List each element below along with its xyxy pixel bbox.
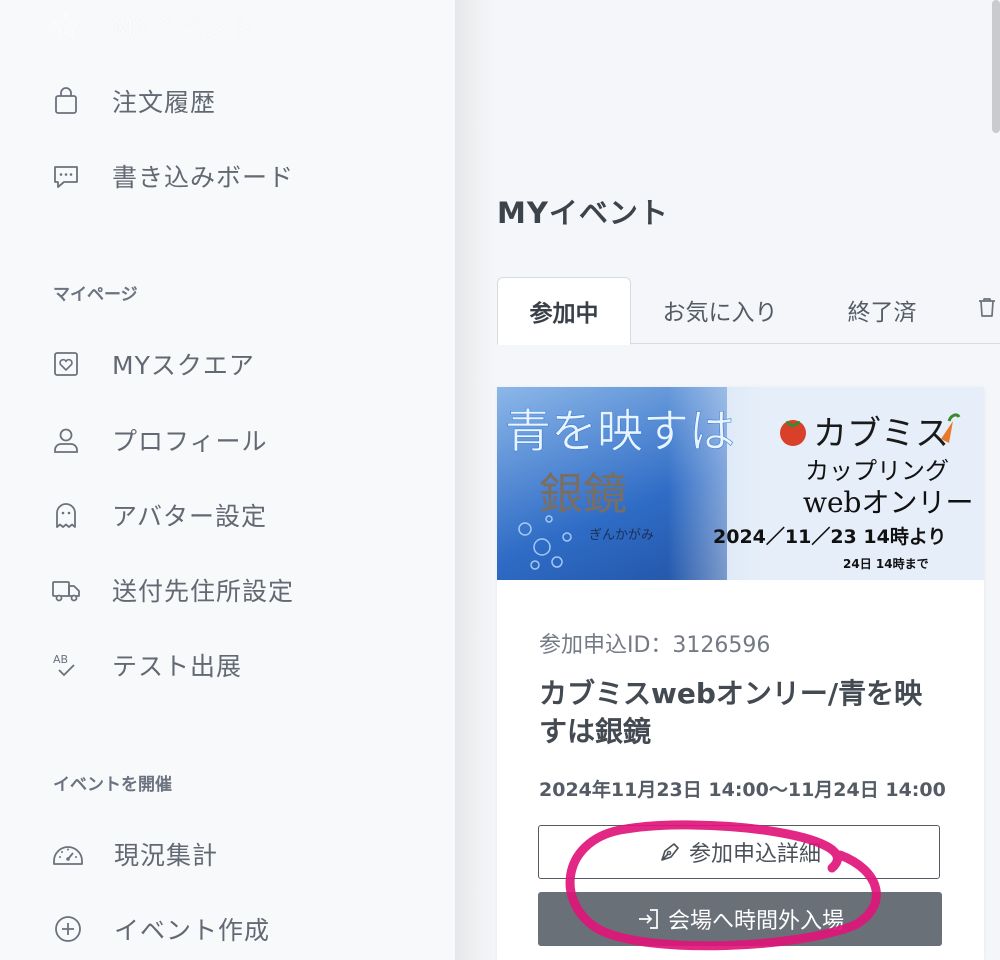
sidebar: MYイベント 注文履歴 書き込みボード マイページ MYスクエア プロフィール …: [0, 0, 455, 960]
sidebar-item-board[interactable]: 書き込みボード: [50, 153, 294, 199]
user-icon: [50, 424, 82, 456]
ab-check-icon: AB: [50, 649, 82, 681]
sidebar-item-label: 書き込みボード: [112, 163, 295, 192]
sidebar-item-label: アバター設定: [112, 502, 268, 531]
speedometer-icon: [50, 838, 86, 870]
banner-date-start: 2024／11／23 14時より: [713, 525, 946, 548]
heart-square-icon: [50, 348, 82, 380]
banner-sub2: webオンリー: [803, 486, 973, 519]
main-content: MYイベント 参加中 お気に入り 終了済 青を映すは 銀鏡 ぎんかがみ カブミス…: [497, 0, 1000, 960]
ghost-icon: [50, 499, 82, 531]
sidebar-item-stats[interactable]: 現況集計: [50, 831, 218, 877]
sidebar-item-label: MYイベント: [112, 13, 255, 42]
entry-detail-label: 参加申込詳細: [688, 842, 821, 867]
sidebar-item-create-event[interactable]: イベント作成: [50, 906, 270, 952]
sidebar-item-test-exhibit[interactable]: AB テスト出展: [50, 642, 242, 688]
tab-favorites[interactable]: お気に入り: [645, 277, 795, 343]
entry-detail-button[interactable]: 参加申込詳細: [538, 825, 940, 879]
sidebar-item-label: イベント作成: [114, 916, 271, 945]
sign-in-icon: [638, 909, 658, 929]
banner-sub1: カップリング: [805, 457, 949, 485]
sidebar-item-shipping-address[interactable]: 送付先住所設定: [50, 567, 294, 613]
pen-nib-icon: [661, 843, 679, 861]
sidebar-item-label: 現況集計: [114, 841, 219, 870]
section-heading-mypage: マイページ: [53, 285, 138, 305]
page-title: MYイベント: [497, 196, 669, 230]
sidebar-item-avatar[interactable]: アバター設定: [50, 492, 267, 538]
chat-bubble-icon: [50, 160, 82, 192]
enter-venue-button[interactable]: 会場へ時間外入場: [538, 892, 942, 946]
tab-participating[interactable]: 参加中: [497, 277, 631, 345]
event-card[interactable]: 青を映すは 銀鏡 ぎんかがみ カブミス カップリング webオンリー 2024／…: [497, 387, 984, 960]
enter-venue-label: 会場へ時間外入場: [667, 909, 844, 934]
drawer-shadow: [455, 0, 497, 960]
tab-trash[interactable]: [975, 277, 1000, 343]
plus-circle-icon: [50, 913, 86, 945]
tab-finished[interactable]: 終了済: [827, 277, 937, 343]
sidebar-item-profile[interactable]: プロフィール: [50, 417, 268, 463]
sidebar-item-label: テスト出展: [112, 652, 243, 681]
star-icon: [50, 10, 82, 42]
sidebar-item-label: 送付先住所設定: [112, 577, 295, 606]
sidebar-item-label: プロフィール: [112, 427, 268, 456]
sidebar-item-label: 注文履歴: [112, 88, 217, 117]
sidebar-item-my-square[interactable]: MYスクエア: [50, 341, 255, 387]
banner-title-line2: 銀鏡: [539, 469, 627, 520]
shopping-bag-icon: [50, 85, 82, 117]
banner-event-name: カブミス: [813, 414, 949, 454]
sidebar-item-label: MYスクエア: [112, 351, 255, 380]
trash-icon: [975, 295, 999, 325]
sidebar-item-order-history[interactable]: 注文履歴: [50, 78, 216, 124]
banner-title-line1: 青を映すは: [505, 404, 735, 458]
svg-text:AB: AB: [53, 653, 68, 666]
banner-ruby: ぎんかがみ: [589, 528, 654, 543]
event-banner-image: 青を映すは 銀鏡 ぎんかがみ カブミス カップリング webオンリー 2024／…: [497, 387, 984, 580]
section-heading-host: イベントを開催: [53, 775, 172, 795]
event-date: 2024年11月23日 14:00〜11月24日 14:00: [539, 779, 946, 801]
tab-bar: 参加中 お気に入り 終了済: [497, 277, 1000, 345]
banner-date-end: 24日 14時まで: [843, 556, 929, 571]
entry-id: 参加申込ID：3126596: [539, 633, 771, 658]
sidebar-item-my-event[interactable]: MYイベント: [50, 8, 255, 44]
event-title[interactable]: カブミスwebオンリー/青を映すは銀鏡: [539, 675, 949, 751]
truck-icon: [50, 574, 82, 606]
scrollbar[interactable]: [992, 0, 1000, 133]
